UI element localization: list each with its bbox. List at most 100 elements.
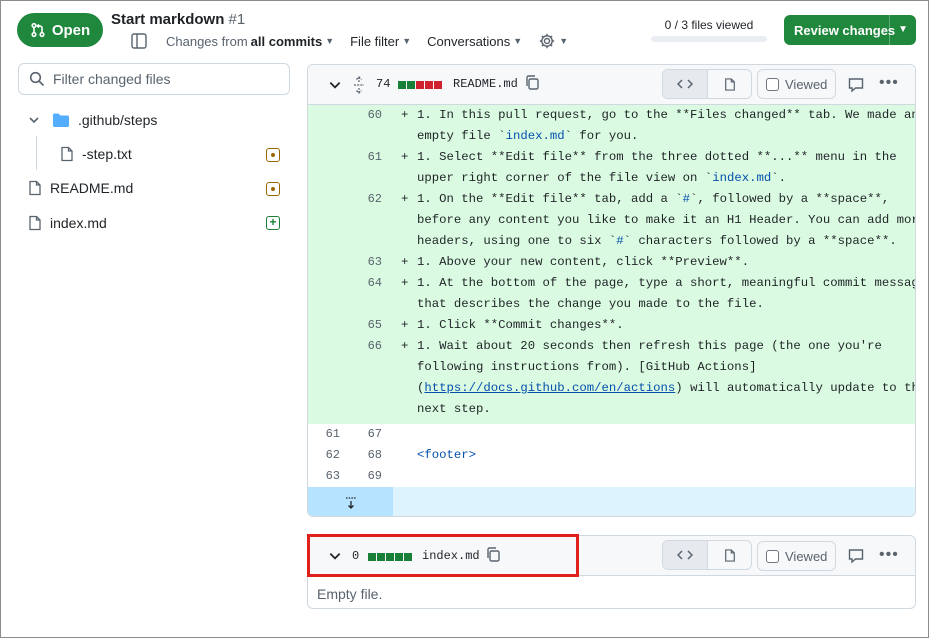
viewed-label: Viewed [785,548,828,564]
gear-icon [538,32,556,50]
files-viewed-progress [651,36,767,42]
comment-icon[interactable] [847,547,865,565]
code-text: empty file `index.md` for you. [417,129,639,143]
code-text: upper right corner of the file view on `… [417,171,787,185]
more-options-icon[interactable]: ••• [879,74,899,92]
pr-status-badge: Open [17,13,103,47]
file-icon [60,146,74,162]
added-marker: + [401,108,409,122]
code-text: headers, using one to six `#` characters… [417,234,897,248]
new-line-number: 68 [367,448,382,462]
new-line-number[interactable]: 62 [352,189,382,210]
file-header: 74 README.md Viewed ••• [308,65,915,105]
new-line-number[interactable]: 66 [352,336,382,357]
new-line-number[interactable]: 60 [352,105,382,126]
changes-from-dropdown[interactable]: Changes from all commits ▼ [166,34,334,49]
copy-icon[interactable] [524,74,540,92]
file-name: README.md [453,77,518,91]
review-changes-label: Review changes [794,22,896,38]
sidebar-toggle-icon[interactable] [130,32,148,50]
file-icon [28,180,42,196]
conversations-dropdown[interactable]: Conversations ▼ [427,34,522,49]
folder-name: .github/steps [78,112,158,128]
old-line-number: 62 [325,448,340,462]
pr-status-label: Open [51,21,91,39]
review-changes-button[interactable]: Review changes ▼ [784,15,916,45]
file-icon [724,77,736,92]
checkbox[interactable] [766,549,779,563]
more-options-icon[interactable]: ••• [879,546,899,564]
chevron-down-icon: ▼ [898,24,908,35]
code-text: 1. At the bottom of the page, type a sho… [417,276,916,290]
chevron-down-icon: ▼ [325,36,335,46]
added-icon: + [266,216,280,230]
comment-icon[interactable] [847,76,865,94]
chevron-down-icon: ▼ [402,36,412,46]
code-text: <footer> [417,448,477,462]
tree-file-step-txt[interactable]: -step.txt [60,146,132,162]
code-text: 1. Above your new content, click **Previ… [417,255,750,269]
chevron-down-icon: ▼ [513,36,523,46]
new-line-number[interactable]: 64 [352,273,382,294]
old-line-number: 63 [325,469,340,483]
view-toggle [662,69,752,99]
highlight-box [307,534,579,577]
old-line-number: 61 [325,427,340,441]
code-view-button[interactable] [663,541,707,569]
diff-toolbar: Changes from all commits ▼ File filter ▼… [130,30,584,52]
new-line-number[interactable]: 65 [352,315,382,336]
pr-number: #1 [228,11,246,28]
file-icon [724,548,736,563]
file-filter-dropdown[interactable]: File filter ▼ [350,34,411,49]
added-marker: + [401,339,409,353]
tree-folder-github-steps[interactable]: .github/steps [28,112,157,128]
file-view-button[interactable] [707,541,751,569]
viewed-checkbox[interactable]: Viewed [757,69,837,99]
added-marker: + [401,192,409,206]
diffstat-bar [398,81,442,89]
file-icon [28,215,42,231]
added-marker: + [401,150,409,164]
pr-title: Start markdown #1 [111,11,245,28]
code-text: 1. On the **Edit file** tab, add a `#`, … [417,192,890,206]
modified-icon [266,148,280,162]
code-text: 1. In this pull request, go to the **Fil… [417,108,916,122]
settings-dropdown[interactable]: ▼ [538,32,568,50]
code-text: that describes the change you made to th… [417,297,764,311]
code-text: 1. Wait about 20 seconds then refresh th… [417,339,882,353]
expand-below-row[interactable] [308,487,915,516]
view-toggle [662,540,752,570]
tree-file-readme[interactable]: README.md [28,180,133,196]
code-view-button[interactable] [663,70,707,98]
collapse-chevron-icon[interactable] [328,78,342,92]
code-text: 1. Select **Edit file** from the three d… [417,150,897,164]
code-icon [677,549,693,561]
files-viewed-count: 0 / 3 files viewed [664,18,754,32]
changes-from-prefix: Changes from [166,33,248,49]
viewed-checkbox[interactable]: Viewed [757,541,837,571]
new-line-number: 69 [367,469,382,483]
code-icon [677,78,693,90]
new-line-number[interactable]: 63 [352,252,382,273]
filter-placeholder: Filter changed files [53,71,171,87]
added-marker: + [401,318,409,332]
search-icon [29,71,45,87]
folder-icon [52,112,70,128]
expand-all-icon[interactable] [352,76,366,94]
added-marker: + [401,276,409,290]
pr-title-text: Start markdown [111,11,225,28]
pull-request-icon [30,22,46,38]
code-text: (https://docs.github.com/en/actions) wil… [417,381,916,395]
file-view-button[interactable] [707,70,751,98]
checkbox[interactable] [766,77,779,91]
filter-files-input[interactable]: Filter changed files [18,63,290,95]
new-line-number[interactable]: 61 [352,147,382,168]
chevron-down-icon [28,114,40,126]
code-text: 1. Click **Commit changes**. [417,318,624,332]
code-text: next step. [417,402,491,416]
expand-down-icon[interactable] [308,487,393,516]
file-name: README.md [50,180,134,196]
tree-file-index[interactable]: index.md [28,215,107,231]
conversations-label: Conversations [427,33,511,49]
file-name: -step.txt [82,146,132,162]
